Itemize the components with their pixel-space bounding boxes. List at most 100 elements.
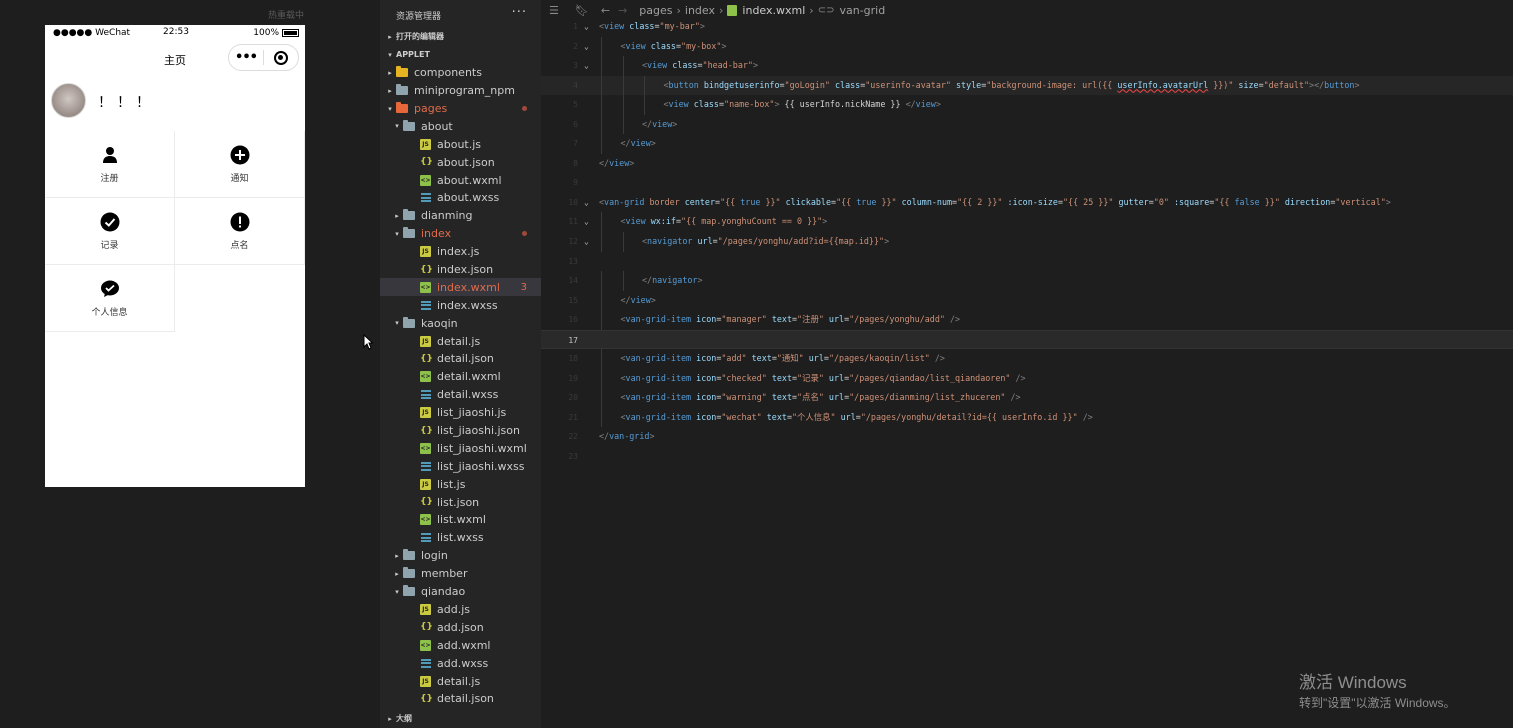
code-line[interactable]: 14 </navigator>: [541, 271, 1513, 291]
line-number: 16: [568, 315, 578, 325]
code-line[interactable]: 23: [541, 447, 1513, 467]
line-number: 12: [568, 237, 578, 247]
tree-file[interactable]: <> list.wxml: [380, 511, 541, 529]
grid-item-rollcall[interactable]: 点名: [175, 198, 305, 265]
tree-file[interactable]: <> index.wxml 3: [380, 278, 541, 297]
code-line[interactable]: 20 <van-grid-item icon="warning" text="点名…: [541, 388, 1513, 408]
code-line[interactable]: 1 ⌄ <view class="my-bar">: [541, 17, 1513, 37]
code-token: </: [642, 275, 653, 286]
tree-file[interactable]: {} index.json: [380, 261, 541, 279]
tree-file[interactable]: JS list_jiaoshi.js: [380, 404, 541, 422]
fold-chevron-icon[interactable]: ⌄: [584, 212, 589, 232]
tree-folder[interactable]: ▸ dianming: [380, 207, 541, 225]
grid-item-register[interactable]: 注册: [45, 131, 175, 198]
bookmark-icon[interactable]: 🔖︎: [575, 4, 589, 17]
carrier-label: ●●●●● WeChat: [53, 28, 131, 38]
forward-arrow-icon[interactable]: →: [618, 4, 627, 17]
chevron-right-icon: ▸: [388, 86, 392, 95]
tree-file[interactable]: JS list.js: [380, 475, 541, 493]
tree-file[interactable]: <> detail.wxml: [380, 368, 541, 386]
workspace-root-section[interactable]: ▾ APPLET: [380, 46, 541, 64]
breadcrumb-item[interactable]: index: [685, 4, 715, 17]
avatar-button[interactable]: [51, 83, 86, 118]
fold-chevron-icon[interactable]: ⌄: [584, 17, 589, 37]
fold-chevron-icon[interactable]: ⌄: [584, 56, 589, 76]
tree-folder[interactable]: ▸ member: [380, 565, 541, 583]
code-line[interactable]: 6 </view>: [541, 114, 1513, 135]
tree-folder[interactable]: ▾ about: [380, 117, 541, 135]
tree-file[interactable]: JS add.js: [380, 601, 541, 619]
close-miniprogram-button[interactable]: [264, 50, 298, 65]
grid-item-records[interactable]: 记录: [45, 198, 175, 265]
code-line[interactable]: 11 ⌄ <view wx:if="{{ map.yonghuCount == 0 …: [541, 212, 1513, 233]
folder-icon: [403, 119, 415, 131]
tree-file[interactable]: {} about.json: [380, 153, 541, 171]
grid-item-label: 记录: [100, 241, 119, 251]
tree-file[interactable]: JS detail.js: [380, 672, 541, 690]
tree-folder[interactable]: ▾ pages: [380, 100, 541, 118]
code-line[interactable]: 12 ⌄ <navigator url="/pages/yonghu/add?id=…: [541, 232, 1513, 252]
tree-item-label: detail.wxml: [437, 370, 501, 384]
tree-folder[interactable]: ▾ index: [380, 225, 541, 243]
grid-item-notice[interactable]: 通知: [175, 131, 305, 198]
code-line[interactable]: 17: [541, 329, 1513, 350]
fold-chevron-icon[interactable]: ⌄: [584, 37, 589, 57]
code-token: "/pages/dianming/list_zhuceren": [849, 392, 1006, 403]
tree-file[interactable]: add.wxss: [380, 654, 541, 672]
code-line[interactable]: 2 ⌄ <view class="my-box">: [541, 36, 1513, 57]
tree-file[interactable]: JS about.js: [380, 135, 541, 153]
line-number: 22: [568, 432, 578, 442]
code-line[interactable]: 4 <button bindgetuserinfo="goLogin" class…: [541, 75, 1513, 96]
tree-file[interactable]: list.wxss: [380, 529, 541, 547]
tree-file[interactable]: {} detail.json: [380, 350, 541, 368]
open-editors-section[interactable]: ▸ 打开的编辑器: [380, 28, 541, 46]
tree-file[interactable]: {} add.json: [380, 618, 541, 636]
code-line[interactable]: 19 <van-grid-item icon="checked" text="记录…: [541, 368, 1513, 389]
tree-file[interactable]: {} detail.json: [380, 690, 541, 708]
code-line[interactable]: 7 </view>: [541, 134, 1513, 154]
fold-chevron-icon[interactable]: ⌄: [584, 232, 589, 252]
code-line[interactable]: 22 </van-grid>: [541, 427, 1513, 447]
tree-file[interactable]: list_jiaoshi.wxss: [380, 457, 541, 475]
breadcrumb-item[interactable]: index.wxml: [742, 4, 805, 17]
back-arrow-icon[interactable]: ←: [601, 4, 610, 17]
list-icon[interactable]: ☰: [549, 4, 559, 17]
code-area[interactable]: 1 ⌄ <view class="my-bar"> 2 ⌄ <view class="my…: [541, 17, 1513, 467]
tree-file[interactable]: {} list_jiaoshi.json: [380, 422, 541, 440]
code-line[interactable]: 9: [541, 173, 1513, 193]
code-line[interactable]: 13: [541, 252, 1513, 272]
fold-chevron-icon[interactable]: ⌄: [584, 193, 589, 213]
code-line[interactable]: 5 <view class="name-box"> {{ userInfo.nic…: [541, 95, 1513, 115]
outline-section[interactable]: ▸ 大纲: [380, 710, 541, 728]
code-line[interactable]: 16 <van-grid-item icon="manager" text="注册…: [541, 310, 1513, 330]
tree-file[interactable]: {} list.json: [380, 493, 541, 511]
code-text: <button bindgetuserinfo="goLogin" class=…: [664, 76, 1360, 96]
code-line[interactable]: 15 </view>: [541, 290, 1513, 311]
tree-file[interactable]: JS index.js: [380, 243, 541, 261]
code-line[interactable]: 8 </view>: [541, 154, 1513, 174]
tree-folder[interactable]: ▸ components: [380, 64, 541, 82]
tree-file[interactable]: JS detail.js: [380, 332, 541, 350]
tree-file[interactable]: <> add.wxml: [380, 636, 541, 654]
tree-folder[interactable]: ▾ qiandao: [380, 583, 541, 601]
code-line[interactable]: 21 <van-grid-item icon="wechat" text="个人信…: [541, 407, 1513, 428]
code-token: :icon-size: [1007, 196, 1058, 207]
code-line[interactable]: 3 ⌄ <view class="head-bar">: [541, 56, 1513, 76]
tree-file[interactable]: index.wxss: [380, 296, 541, 314]
line-number: 7: [573, 139, 578, 149]
tree-file[interactable]: about.wxss: [380, 189, 541, 207]
tree-folder[interactable]: ▸ miniprogram_npm: [380, 82, 541, 100]
more-menu-button[interactable]: •••: [229, 50, 263, 65]
tree-file[interactable]: <> about.wxml: [380, 171, 541, 189]
breadcrumb-item[interactable]: van-grid: [839, 4, 885, 17]
tree-folder[interactable]: ▸ login: [380, 547, 541, 565]
breadcrumb-item[interactable]: pages: [639, 4, 672, 17]
explorer-more-button[interactable]: ···: [512, 5, 527, 20]
chevron-down-icon: ▾: [395, 229, 399, 238]
code-line[interactable]: 10 ⌄ <van-grid border center="{{ true }}" …: [541, 193, 1513, 213]
tree-file[interactable]: detail.wxss: [380, 386, 541, 404]
grid-item-profile[interactable]: 个人信息: [45, 265, 175, 332]
tree-folder[interactable]: ▾ kaoqin: [380, 314, 541, 332]
tree-file[interactable]: <> list_jiaoshi.wxml: [380, 439, 541, 457]
code-line[interactable]: 18 <van-grid-item icon="add" text="通知" ur…: [541, 349, 1513, 369]
